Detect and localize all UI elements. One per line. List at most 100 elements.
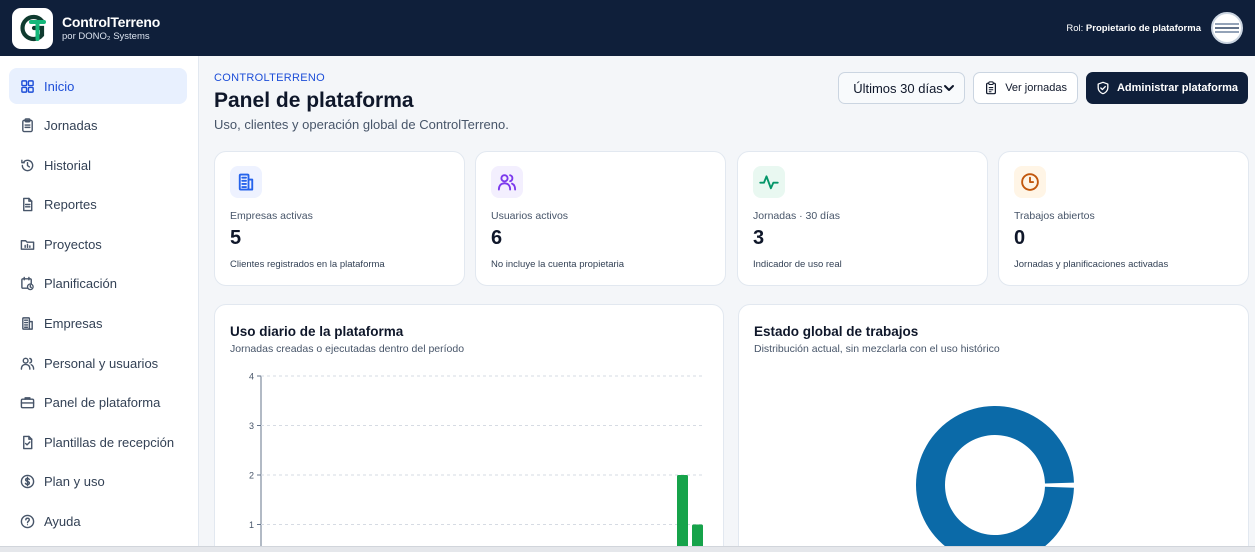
stat-label: Trabajos abiertos bbox=[1014, 210, 1095, 222]
sidebar-item-proyectos[interactable]: Proyectos bbox=[9, 226, 187, 262]
shield-check-icon bbox=[1097, 81, 1109, 95]
sidebar-item-label: Jornadas bbox=[44, 118, 98, 134]
top-bar: ControlTerreno por DONO₂ Systems Rol: Pr… bbox=[0, 0, 1255, 56]
sidebar-item-label: Panel de plataforma bbox=[44, 395, 161, 411]
stat-value: 0 bbox=[1014, 227, 1026, 249]
sidebar-item-empresas[interactable]: Empresas bbox=[9, 306, 187, 342]
role-prefix: Rol: bbox=[1066, 22, 1086, 34]
sidebar-item-panel-de-plataforma[interactable]: Panel de plataforma bbox=[9, 385, 187, 421]
status-donut-chart bbox=[916, 406, 1074, 552]
sidebar: Inicio Jornadas Historial Reportes Proyectos… bbox=[0, 56, 199, 552]
file-template-icon bbox=[23, 435, 33, 450]
donut-slice[interactable] bbox=[916, 406, 1074, 552]
page-subtitle: Uso, clientes y operación global de Cont… bbox=[214, 117, 509, 132]
admin-platform-label: Administrar plataforma bbox=[1116, 82, 1238, 94]
sidebar-item-inicio[interactable]: Inicio bbox=[9, 68, 187, 104]
logo-icon bbox=[19, 14, 46, 42]
stat-value: 5 bbox=[230, 227, 242, 249]
usage-bar-chart: 4 3 2 1 bbox=[249, 372, 705, 552]
avatar-image-icon bbox=[1215, 23, 1239, 33]
sidebar-item-label: Reportes bbox=[44, 197, 97, 213]
users-icon bbox=[20, 357, 35, 370]
stat-note: Clientes registrados en la plataforma bbox=[230, 259, 385, 270]
stat-card: Jornadas · 30 días 3 Indicador de uso real bbox=[737, 151, 988, 286]
building-icon bbox=[238, 173, 254, 191]
clipboard-icon bbox=[22, 118, 33, 133]
briefcase-icon bbox=[20, 397, 35, 409]
view-jornadas-label: Ver jornadas bbox=[1005, 82, 1067, 94]
sidebar-item-label: Proyectos bbox=[44, 236, 102, 252]
stat-card: Trabajos abiertos 0 Jornadas y planificaci… bbox=[998, 151, 1249, 286]
activity-icon bbox=[759, 175, 779, 190]
stat-value: 3 bbox=[753, 227, 765, 249]
horizontal-scrollbar[interactable] bbox=[0, 546, 1255, 552]
y-tick-label: 2 bbox=[249, 471, 254, 481]
y-tick-label: 1 bbox=[249, 520, 254, 530]
stat-icon-badge bbox=[230, 166, 262, 198]
folder-icon bbox=[20, 239, 35, 250]
admin-platform-button[interactable]: Administrar plataforma bbox=[1085, 72, 1248, 104]
stat-icon-badge bbox=[1014, 166, 1046, 198]
calendar-clock-icon bbox=[21, 277, 34, 291]
sidebar-item-label: Planificación bbox=[44, 276, 117, 292]
usage-chart-panel: Uso diario de la plataforma Jornadas cre… bbox=[214, 304, 724, 552]
stat-label: Jornadas · 30 días bbox=[753, 210, 840, 222]
brand-tagline: por DONO₂ Systems bbox=[62, 30, 150, 42]
header-actions: Últimos 30 días Ver jornadas Administrar… bbox=[838, 72, 1248, 104]
view-jornadas-button[interactable]: Ver jornadas bbox=[973, 72, 1078, 104]
dollar-circle-icon bbox=[20, 475, 35, 489]
help-circle-icon bbox=[20, 514, 35, 529]
usage-bar[interactable] bbox=[677, 475, 688, 552]
stat-label: Empresas activas bbox=[230, 210, 313, 222]
status-chart-title: Estado global de trabajos bbox=[754, 324, 919, 339]
building-icon bbox=[22, 317, 33, 330]
sidebar-item-label: Plan y uso bbox=[44, 474, 105, 490]
dashboard-icon bbox=[21, 79, 34, 93]
stat-label: Usuarios activos bbox=[491, 210, 569, 222]
sidebar-item-label: Plantillas de recepción bbox=[44, 434, 175, 450]
usage-chart-subtitle: Jornadas creadas o ejecutadas dentro del… bbox=[230, 343, 465, 355]
user-role: Rol: Propietario de plataforma bbox=[1066, 23, 1201, 34]
sidebar-item-plantillas-de-recepción[interactable]: Plantillas de recepción bbox=[9, 424, 187, 460]
status-chart-subtitle: Distribución actual, sin mezclarla con e… bbox=[754, 343, 1000, 355]
sidebar-item-reportes[interactable]: Reportes bbox=[9, 187, 187, 223]
sidebar-item-personal-y-usuarios[interactable]: Personal y usuarios bbox=[9, 345, 187, 381]
period-select-value: Últimos 30 días bbox=[853, 80, 943, 96]
sidebar-item-label: Empresas bbox=[44, 316, 103, 332]
history-icon bbox=[21, 159, 34, 171]
sidebar-item-label: Historial bbox=[44, 157, 91, 173]
sidebar-item-ayuda[interactable]: Ayuda bbox=[9, 504, 187, 540]
role-value: Propietario de plataforma bbox=[1085, 22, 1201, 34]
stat-icon-badge bbox=[491, 166, 523, 198]
brand-name: ControlTerreno bbox=[62, 13, 161, 30]
document-icon bbox=[23, 197, 33, 212]
sidebar-item-planificación[interactable]: Planificación bbox=[9, 266, 187, 302]
sidebar-item-label: Personal y usuarios bbox=[44, 355, 159, 371]
y-tick-label: 4 bbox=[249, 372, 254, 382]
stat-icon-badge bbox=[753, 166, 785, 198]
sidebar-item-label: Ayuda bbox=[44, 514, 81, 530]
sidebar-item-plan-y-uso[interactable]: Plan y uso bbox=[9, 464, 187, 500]
clock-icon bbox=[1021, 173, 1039, 191]
y-tick-label: 3 bbox=[249, 421, 254, 431]
page-title: Panel de plataforma bbox=[214, 89, 414, 112]
sidebar-item-historial[interactable]: Historial bbox=[9, 147, 187, 183]
period-select[interactable]: Últimos 30 días bbox=[838, 72, 966, 104]
stat-card: Usuarios activos 6 No incluye la cuenta pr… bbox=[475, 151, 726, 286]
main-content: CONTROLTERRENO Panel de plataforma Uso, … bbox=[199, 56, 1255, 552]
users-icon bbox=[497, 174, 517, 191]
chevron-down-icon bbox=[944, 85, 955, 91]
avatar[interactable] bbox=[1211, 12, 1243, 44]
stat-value: 6 bbox=[491, 227, 503, 249]
status-chart-panel: Estado global de trabajos Distribución a… bbox=[738, 304, 1249, 552]
clipboard-icon bbox=[986, 81, 997, 95]
app-logo[interactable] bbox=[12, 7, 53, 49]
stat-note: Indicador de uso real bbox=[753, 259, 842, 270]
usage-chart-title: Uso diario de la plataforma bbox=[230, 324, 404, 339]
stat-note: No incluye la cuenta propietaria bbox=[491, 259, 625, 270]
sidebar-item-jornadas[interactable]: Jornadas bbox=[9, 108, 187, 144]
stat-card: Empresas activas 5 Clientes registrados en… bbox=[214, 151, 465, 286]
page-eyebrow: CONTROLTERRENO bbox=[214, 72, 325, 84]
stat-note: Jornadas y planificaciones activadas bbox=[1014, 259, 1169, 270]
sidebar-item-label: Inicio bbox=[44, 78, 75, 94]
